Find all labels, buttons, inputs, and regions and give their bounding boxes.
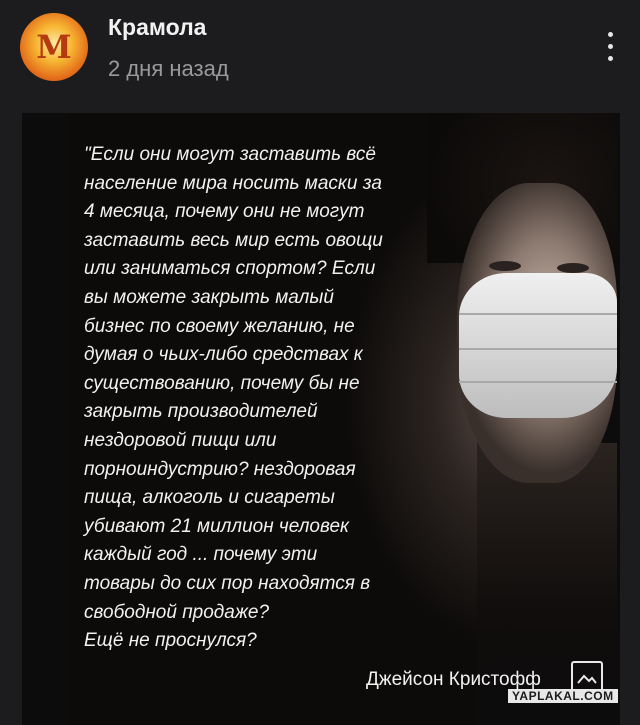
- mask-fold: [459, 313, 617, 315]
- more-vertical-icon-dot: [608, 44, 613, 49]
- site-watermark: YAPLAKAL.COM: [508, 689, 618, 703]
- more-options-button[interactable]: [598, 30, 622, 64]
- more-vertical-icon-dot: [608, 56, 613, 61]
- channel-avatar[interactable]: M: [20, 13, 88, 81]
- photo-eye-left: [489, 261, 521, 271]
- more-vertical-icon: [608, 32, 613, 37]
- quote-line: порноиндустрию? нездоровая: [84, 458, 356, 480]
- quote-line: бизнес по своему желанию, не: [84, 315, 355, 337]
- image-icon-glyph: [577, 674, 597, 684]
- quote-line: нездоровой пищи или: [84, 429, 277, 451]
- mask-fold: [459, 381, 617, 383]
- quote-line: каждый год ... почему эти: [84, 544, 318, 566]
- face-mask: [459, 273, 617, 418]
- photo-eye-right: [557, 263, 589, 273]
- quote-line: закрыть производителей: [84, 401, 318, 423]
- quote-line: свободной продаже?: [84, 601, 270, 623]
- post-header: M Крамола 2 дня назад: [0, 0, 640, 100]
- quote-line: существованию, почему бы не: [84, 372, 360, 394]
- quote-line: Ещё не проснулся?: [84, 630, 257, 652]
- quote-line: вы можете закрыть малый: [84, 286, 334, 308]
- mask-fold: [459, 348, 617, 350]
- quote-line: пища, алкоголь и сигареты: [84, 487, 335, 509]
- quote-line: или заниматься спортом? Если: [84, 258, 376, 280]
- quote-author: Джейсон Кристофф: [366, 669, 541, 690]
- post-time: 2 дня назад: [108, 56, 229, 81]
- quote-line: заставить весь мир есть овощи: [84, 229, 383, 251]
- quote-line: убивают 21 миллион человек: [84, 515, 350, 537]
- quote-line: товары до сих пор находятся в: [84, 572, 371, 594]
- quote-line: "Если они могут заставить всё: [84, 144, 376, 165]
- post-image[interactable]: "Если они могут заставить всё население …: [22, 113, 620, 725]
- quote-line: население мира носить маски за: [84, 172, 382, 194]
- quote-line: 4 месяца, почему они не могут: [84, 201, 365, 223]
- channel-name[interactable]: Крамола: [108, 14, 206, 41]
- quote-text: "Если они могут заставить всё население …: [84, 141, 429, 656]
- quote-line: думая о чьих-либо средствах к: [84, 344, 363, 366]
